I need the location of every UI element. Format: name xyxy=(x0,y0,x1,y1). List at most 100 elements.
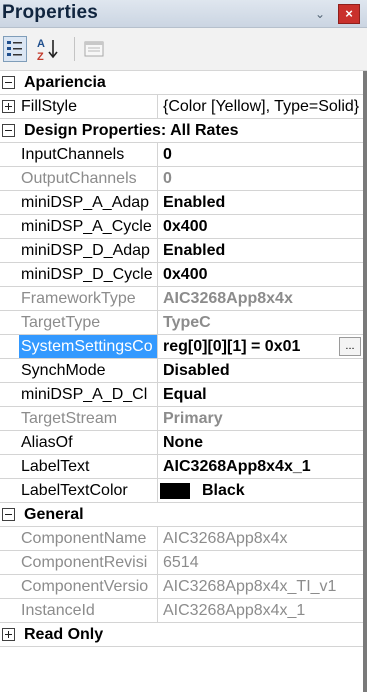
property-row-componentname[interactable]: ComponentName AIC3268App8x4x xyxy=(0,527,363,551)
property-row-targetstream[interactable]: TargetStream Primary xyxy=(0,407,363,431)
property-name: AliasOf xyxy=(21,434,73,451)
column-divider xyxy=(157,287,158,310)
column-divider xyxy=(157,359,158,382)
property-value[interactable]: Enabled xyxy=(163,239,359,262)
column-divider xyxy=(157,599,158,622)
column-divider xyxy=(157,431,158,454)
column-divider xyxy=(157,239,158,262)
column-divider xyxy=(157,191,158,214)
category-general[interactable]: General xyxy=(0,503,363,527)
collapse-icon[interactable] xyxy=(2,76,15,89)
property-row-labeltextcolor[interactable]: LabelTextColor Black xyxy=(0,479,363,503)
properties-toolbar: A Z xyxy=(0,28,367,71)
property-value: 0 xyxy=(163,170,172,187)
property-row-targettype[interactable]: TargetType TypeC xyxy=(0,311,363,335)
property-name: miniDSP_D_Cycle xyxy=(21,266,153,283)
property-name: LabelText xyxy=(21,458,90,475)
property-row-outputchannels[interactable]: OutputChannels 0 xyxy=(0,167,363,191)
property-row-labeltext[interactable]: LabelText AIC3268App8x4x_1 xyxy=(0,455,363,479)
property-row-synchmode[interactable]: SynchMode Disabled xyxy=(0,359,363,383)
property-name: LabelTextColor xyxy=(21,482,128,499)
grid-right-border xyxy=(363,71,367,692)
column-divider xyxy=(157,455,158,478)
column-divider xyxy=(157,167,158,190)
column-divider xyxy=(157,479,158,502)
property-value[interactable]: Black xyxy=(202,479,245,502)
column-divider xyxy=(157,407,158,430)
category-label: Read Only xyxy=(24,626,104,643)
property-value[interactable]: Enabled xyxy=(163,191,359,214)
svg-text:A: A xyxy=(37,38,45,50)
property-name: InputChannels xyxy=(21,146,125,163)
property-value[interactable]: 0x400 xyxy=(163,215,359,238)
property-name: ComponentRevisi xyxy=(21,554,148,571)
category-apariencia[interactable]: Apariencia xyxy=(0,71,363,95)
property-pages-button[interactable] xyxy=(82,36,106,62)
property-name: TargetType xyxy=(21,314,101,331)
property-name: ComponentVersio xyxy=(21,578,149,595)
sort-alpha-icon: A Z xyxy=(37,38,58,63)
dropdown-pin-icon[interactable]: ⌄ xyxy=(311,5,329,23)
property-row-componentrevision[interactable]: ComponentRevisi 6514 xyxy=(0,551,363,575)
property-value: TypeC xyxy=(163,314,211,331)
property-name: SynchMode xyxy=(21,362,106,379)
column-divider xyxy=(157,143,158,166)
property-name: FrameworkType xyxy=(21,290,136,307)
property-grid: Apariencia FillStyle {Color [Yellow], Ty… xyxy=(0,71,363,692)
color-swatch xyxy=(160,483,190,499)
property-row-minidsp-d-cycle[interactable]: miniDSP_D_Cycle 0x400 xyxy=(0,263,363,287)
property-value[interactable]: {Color [Yellow], Type=Solid} xyxy=(163,95,359,118)
property-row-componentversion[interactable]: ComponentVersio AIC3268App8x4x_TI_v1 xyxy=(0,575,363,599)
property-name: miniDSP_A_Adap xyxy=(21,194,150,211)
column-divider xyxy=(157,527,158,550)
property-value[interactable]: 0 xyxy=(163,143,359,166)
category-read-only[interactable]: Read Only xyxy=(0,623,363,647)
property-name: OutputChannels xyxy=(21,170,137,187)
property-row-frameworktype[interactable]: FrameworkType AIC3268App8x4x xyxy=(0,287,363,311)
categorized-icon xyxy=(7,41,22,56)
close-button[interactable]: × xyxy=(338,4,360,24)
category-label: Design Properties: All Rates xyxy=(24,122,239,139)
property-row-minidsp-a-d-clock[interactable]: miniDSP_A_D_Cl Equal xyxy=(0,383,363,407)
property-value[interactable]: 0x400 xyxy=(163,263,359,286)
property-value: AIC3268App8x4x_TI_v1 xyxy=(163,578,337,595)
column-divider xyxy=(157,551,158,574)
property-value[interactable]: Equal xyxy=(163,383,359,406)
property-value: 6514 xyxy=(163,554,199,571)
property-name: TargetStream xyxy=(21,410,118,427)
category-label: General xyxy=(24,506,84,523)
property-row-minidsp-d-adap[interactable]: miniDSP_D_Adap Enabled xyxy=(0,239,363,263)
property-name: FillStyle xyxy=(21,98,78,115)
column-divider xyxy=(157,215,158,238)
property-value[interactable]: Disabled xyxy=(163,359,359,382)
collapse-icon[interactable] xyxy=(2,508,15,521)
category-design-properties[interactable]: Design Properties: All Rates xyxy=(0,119,363,143)
property-row-minidsp-a-cycle[interactable]: miniDSP_A_Cycle 0x400 xyxy=(0,215,363,239)
alphabetical-button[interactable]: A Z xyxy=(36,36,60,63)
svg-text:Z: Z xyxy=(37,51,44,62)
column-divider xyxy=(157,311,158,334)
property-value: AIC3268App8x4x_1 xyxy=(163,602,306,619)
property-value[interactable]: AIC3268App8x4x_1 xyxy=(163,455,359,478)
expand-icon[interactable] xyxy=(2,628,15,641)
column-divider xyxy=(157,95,158,118)
property-value[interactable]: None xyxy=(163,431,359,454)
property-row-inputchannels[interactable]: InputChannels 0 xyxy=(0,143,363,167)
ellipsis-button[interactable]: ... xyxy=(339,337,361,356)
property-name: miniDSP_A_D_Cl xyxy=(21,386,148,403)
properties-title-bar: Properties ⌄ × xyxy=(0,0,367,28)
property-name: miniDSP_A_Cycle xyxy=(21,218,152,235)
property-row-systemsettings-selected[interactable]: SystemSettingsCo reg[0][0][1] = 0x01 ... xyxy=(0,335,363,359)
property-row-fillstyle[interactable]: FillStyle {Color [Yellow], Type=Solid} xyxy=(0,95,363,119)
column-divider xyxy=(157,263,158,286)
property-value[interactable]: reg[0][0][1] = 0x01 xyxy=(163,335,335,358)
property-row-aliasof[interactable]: AliasOf None xyxy=(0,431,363,455)
collapse-icon[interactable] xyxy=(2,124,15,137)
expand-icon[interactable] xyxy=(2,100,15,113)
column-divider xyxy=(157,383,158,406)
categorized-button[interactable] xyxy=(3,36,27,62)
property-name: SystemSettingsCo xyxy=(19,335,157,358)
property-row-instanceid[interactable]: InstanceId AIC3268App8x4x_1 xyxy=(0,599,363,623)
property-row-minidsp-a-adap[interactable]: miniDSP_A_Adap Enabled xyxy=(0,191,363,215)
category-label: Apariencia xyxy=(24,74,106,91)
